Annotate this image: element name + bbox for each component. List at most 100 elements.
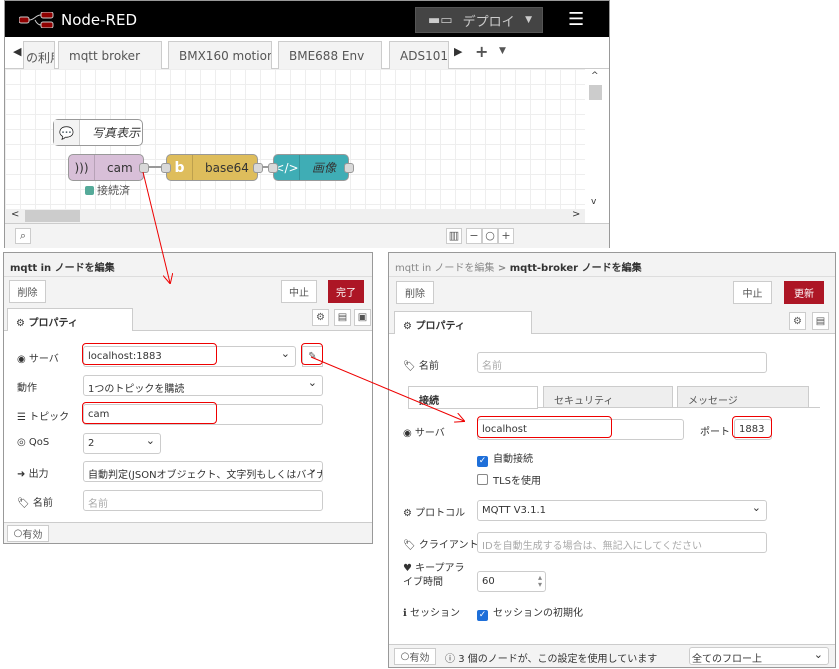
checkbox-checked-icon[interactable]: ✓ [477, 456, 488, 467]
auto-connect-checkbox[interactable]: ✓ 自動接続 [477, 450, 533, 467]
tab-flow[interactable]: BMX160 motion [168, 41, 272, 69]
subtab-connection[interactable]: 接続 [408, 386, 538, 409]
scroll-right-icon[interactable]: > [572, 209, 580, 220]
settings-icon[interactable]: ⚙ [789, 312, 806, 330]
deploy-icon: ▬▭ [428, 12, 453, 28]
done-button[interactable]: 完了 [328, 280, 364, 303]
edit-pencil-icon[interactable]: ✎ [302, 346, 323, 367]
node-red-logo-icon [19, 12, 54, 28]
add-flow-icon[interactable]: + [475, 42, 488, 61]
name-input[interactable]: 名前 [477, 352, 767, 373]
zoom-reset-icon[interactable]: ○ [482, 228, 498, 244]
template-node[interactable]: </> 画像 [268, 154, 354, 181]
tls-label: TLSを使用 [493, 476, 542, 487]
breadcrumb-parent[interactable]: mqtt in ノードを編集 [395, 263, 494, 274]
node-label: base64 [205, 160, 249, 175]
enabled-label: 有効 [409, 653, 430, 664]
logo: Node-RED [19, 11, 137, 29]
description-icon[interactable]: ▤ [812, 312, 829, 330]
scroll-left-icon[interactable]: < [11, 209, 19, 220]
input-port[interactable] [161, 163, 171, 173]
scroll-down-icon[interactable]: v [591, 197, 596, 207]
input-port[interactable] [268, 163, 278, 173]
cancel-button[interactable]: 中止 [733, 281, 772, 304]
scope-select[interactable]: 全てのフロー上 [689, 647, 829, 665]
header: Node-RED ▬▭ デプロイ ▼ ☰ [5, 1, 609, 37]
vertical-scrollbar[interactable]: ^ v [585, 69, 607, 209]
zoom-in-icon[interactable]: + [498, 228, 514, 244]
tab-flow[interactable]: BME688 Env [278, 41, 382, 69]
tab-flow[interactable]: ADS1015 A [389, 41, 449, 69]
scroll-thumb[interactable] [25, 210, 80, 222]
clean-session-label: セッションの初期化 [493, 608, 583, 619]
deploy-button[interactable]: ▬▭ デプロイ ▼ [415, 7, 543, 33]
tab-label: プロパティ [28, 318, 78, 329]
cancel-button[interactable]: 中止 [281, 280, 317, 303]
enabled-toggle[interactable]: ○ 有効 [7, 525, 49, 542]
action-select[interactable]: 1つのトピックを購読 [83, 375, 323, 396]
topic-label: ☰ トピック [17, 412, 70, 423]
map-icon[interactable]: ▥ [446, 228, 462, 244]
breadcrumb: mqtt in ノードを編集 > mqtt-broker ノードを編集 [389, 253, 835, 277]
delete-button[interactable]: 削除 [396, 281, 434, 304]
qos-select[interactable]: 2 [83, 433, 161, 454]
scroll-up-icon[interactable]: ^ [591, 71, 599, 81]
port-input[interactable]: 1883 [734, 419, 772, 440]
description-icon[interactable]: ▤ [334, 309, 351, 326]
checkbox-checked-icon[interactable]: ✓ [477, 610, 488, 621]
speech-bubble-icon: 💬 [54, 120, 80, 145]
server-input[interactable]: localhost [477, 419, 684, 440]
node-status: 接続済 [85, 182, 130, 198]
appearance-icon[interactable]: ▣ [354, 309, 371, 326]
output-label: ➜ 出力 [17, 469, 49, 480]
enabled-label: 有効 [22, 530, 43, 541]
comment-node[interactable]: 💬 写真表示 [53, 119, 143, 146]
subtab-messages[interactable]: メッセージ [677, 386, 809, 408]
app-title: Node-RED [61, 11, 138, 29]
delete-button[interactable]: 削除 [9, 280, 46, 303]
server-select[interactable]: localhost:1883 [83, 346, 296, 367]
dialog-footer: ○ 有効 [4, 522, 372, 543]
properties-form: 🏷 名前 名前 接続 セキュリティ メッセージ ◉ サーバ localhost … [389, 333, 835, 644]
settings-icon[interactable]: ⚙ [312, 309, 329, 326]
output-port[interactable] [139, 163, 149, 173]
enabled-toggle[interactable]: ○ 有効 [394, 648, 436, 665]
flow-list-chevron-icon[interactable]: ▼ [499, 46, 506, 56]
tab-properties[interactable]: ⚙ プロパティ [7, 308, 133, 331]
status-dot-icon [85, 185, 94, 195]
zoom-out-icon[interactable]: − [466, 228, 482, 244]
search-icon[interactable]: ⌕ [15, 228, 31, 244]
protocol-select[interactable]: MQTT V3.1.1 [477, 500, 767, 521]
output-port[interactable] [344, 163, 354, 173]
client-id-input[interactable]: IDを自動生成する場合は、無記入にしてください [477, 532, 767, 553]
tab-flow[interactable]: の利用 [23, 41, 55, 69]
connection-subtabs: 接続 セキュリティ メッセージ [408, 386, 820, 409]
name-input[interactable]: 名前 [83, 490, 323, 511]
chevron-down-icon[interactable]: ▼ [525, 15, 532, 25]
scroll-left-icon[interactable]: ◀ [13, 45, 21, 58]
protocol-label: ⚙ プロトコル [403, 508, 466, 519]
keepalive-label: ♥ キープアラ イブ時間 [403, 563, 465, 588]
spinner-icon[interactable]: ▴ ▾ [538, 574, 542, 589]
mqtt-in-node[interactable]: ))) cam [68, 154, 149, 181]
scroll-thumb[interactable] [589, 85, 602, 100]
output-port[interactable] [253, 163, 263, 173]
horizontal-scrollbar[interactable]: < > [5, 209, 585, 223]
topic-input[interactable]: cam [83, 404, 323, 425]
update-button[interactable]: 更新 [784, 281, 824, 304]
keepalive-input[interactable]: 60 ▴ ▾ [477, 571, 546, 592]
hamburger-menu-icon[interactable]: ☰ [568, 9, 584, 30]
qos-label: ◎ QoS [17, 437, 50, 448]
output-select[interactable]: 自動判定(JSONオブジェクト、文字列もしくはバイナリバッファ) [83, 461, 323, 482]
scroll-right-icon[interactable]: ▶ [454, 45, 462, 58]
node-label: 写真表示 [92, 126, 141, 140]
base64-node[interactable]: b base64 [161, 154, 263, 181]
client-label: 🏷 クライアント [403, 540, 479, 551]
tab-properties[interactable]: ⚙ プロパティ [394, 311, 532, 334]
checkbox-unchecked-icon[interactable] [477, 474, 488, 485]
subtab-security[interactable]: セキュリティ [543, 386, 673, 408]
clean-session-checkbox[interactable]: ✓ セッションの初期化 [477, 604, 583, 621]
tls-checkbox[interactable]: TLSを使用 [477, 472, 541, 487]
flow-tabs: ◀ の利用 mqtt broker BMX160 motion BME688 E… [5, 37, 609, 69]
tab-flow[interactable]: mqtt broker [58, 41, 162, 69]
